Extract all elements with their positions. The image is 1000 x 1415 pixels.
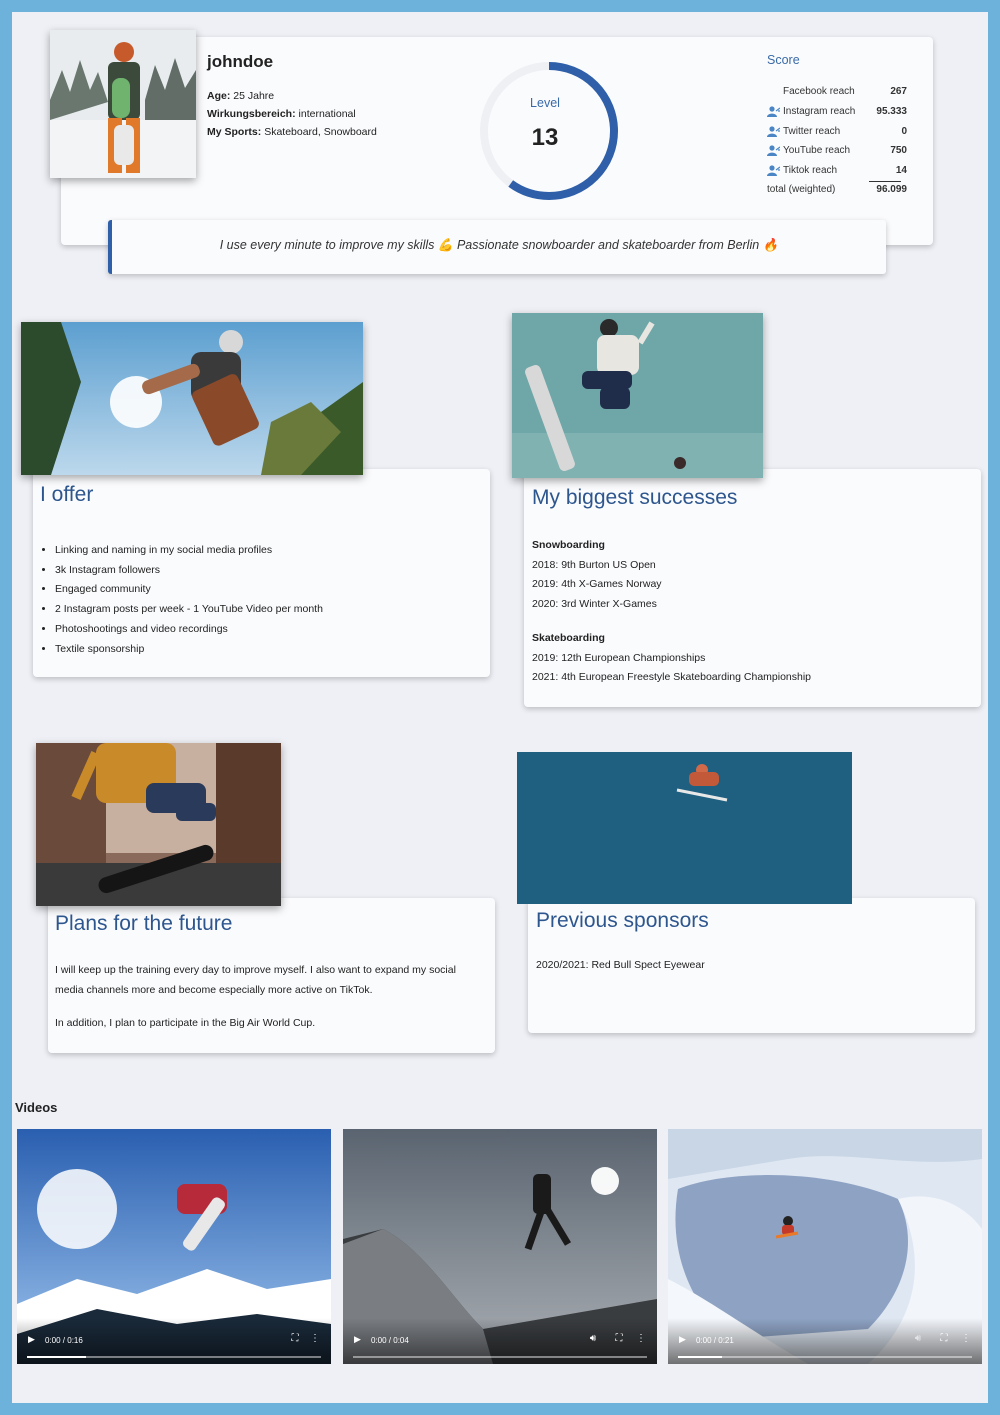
offer-title: I offer [40, 483, 94, 506]
area-value: international [298, 108, 356, 120]
user-icon [767, 126, 780, 137]
success-line: 2018: 9th Burton US Open [532, 558, 656, 571]
video-controls: ▶ 0:00 / 0:16 ⛶ ⋮ [17, 1318, 331, 1364]
score-row-facebook: Facebook reach 267 [767, 86, 907, 102]
video-time: 0:00 / 0:21 [696, 1336, 734, 1345]
list-item: 3k Instagram followers [55, 561, 474, 581]
video-time: 0:00 / 0:16 [45, 1336, 83, 1345]
page: johndoe Age: 25 Jahre Wirkungsbereich: i… [12, 12, 988, 1403]
offer-list: Linking and naming in my social media pr… [34, 541, 474, 659]
flex-emoji: 💪 [437, 238, 454, 252]
profile-details: Age: 25 Jahre Wirkungsbereich: internati… [207, 87, 377, 141]
play-icon[interactable]: ▶ [28, 1334, 38, 1346]
score-table: Facebook reach 267 Instagram reach 95.33… [767, 86, 907, 206]
score-label: Facebook reach [783, 86, 855, 97]
video-progress-fill [678, 1356, 723, 1358]
quote-part-1: I use every minute to improve my skills [219, 238, 435, 252]
score-row-tiktok: Tiktok reach 14 [767, 165, 907, 181]
score-value: 0 [901, 126, 907, 137]
quote-text: I use every minute to improve my skills … [112, 238, 886, 253]
successes-title: My biggest successes [532, 486, 738, 509]
video-progress-fill [27, 1356, 86, 1358]
score-row-instagram: Instagram reach 95.333 [767, 106, 907, 122]
successes-photo [512, 313, 763, 478]
score-title: Score [767, 53, 800, 67]
success-line: 2020: 3rd Winter X-Games [532, 598, 657, 611]
success-line: 2019: 12th European Championships [532, 651, 706, 664]
list-item: 2 Instagram posts per week - 1 YouTube V… [55, 600, 474, 620]
score-value: 267 [890, 86, 907, 97]
score-row-total: total (weighted) 96.099 [767, 184, 907, 200]
score-label: Instagram reach [783, 106, 856, 117]
volume-icon[interactable]: 🔊︎ [912, 1333, 924, 1345]
more-options-icon[interactable]: ⋮ [309, 1333, 321, 1345]
video-time: 0:00 / 0:04 [371, 1336, 409, 1345]
user-icon [767, 145, 780, 156]
score-value: 750 [890, 145, 907, 156]
success-line: 2021: 4th European Freestyle Skateboardi… [532, 671, 812, 684]
list-item: Photoshootings and video recordings [55, 620, 474, 640]
fullscreen-icon[interactable]: ⛶ [289, 1333, 301, 1345]
score-label: Tiktok reach [783, 165, 838, 176]
video-controls: ▶ 0:00 / 0:04 🔊︎ ⛶ ⋮ [343, 1318, 657, 1364]
username: johndoe [207, 52, 274, 71]
play-icon[interactable]: ▶ [354, 1334, 364, 1346]
fullscreen-icon[interactable]: ⛶ [938, 1333, 950, 1345]
quote-part-2: Passionate snowboarder and skateboarder … [456, 238, 760, 252]
score-value: 14 [895, 165, 907, 176]
quote-box: I use every minute to improve my skills … [108, 220, 886, 274]
video-controls: ▶ 0:00 / 0:21 🔊︎ ⛶ ⋮ [668, 1318, 982, 1364]
sponsors-title: Previous sponsors [536, 909, 709, 932]
user-icon [767, 165, 780, 176]
fire-emoji: 🔥 [762, 238, 779, 252]
fullscreen-icon[interactable]: ⛶ [613, 1333, 625, 1345]
score-label: Twitter reach [783, 126, 841, 137]
more-options-icon[interactable]: ⋮ [960, 1333, 972, 1345]
videos-heading: Videos [15, 1100, 58, 1115]
volume-icon[interactable]: 🔊︎ [587, 1333, 599, 1345]
user-icon [767, 106, 780, 117]
level-label: Level [530, 96, 560, 110]
video-progress-track[interactable] [27, 1356, 321, 1358]
level-value: 13 [531, 124, 559, 151]
more-options-icon[interactable]: ⋮ [635, 1333, 647, 1345]
score-value: 95.333 [876, 106, 907, 117]
sports-label: My Sports: [207, 126, 262, 138]
snowboarding-heading: Snowboarding [532, 539, 605, 551]
age-value: 25 Jahre [233, 90, 275, 102]
video-player-1[interactable]: ▶ 0:00 / 0:16 ⛶ ⋮ [17, 1129, 331, 1364]
skateboarding-heading: Skateboarding [532, 631, 605, 644]
level-gauge: Level 13 [478, 60, 620, 202]
sponsors-photo [517, 752, 852, 904]
score-row-youtube: YouTube reach 750 [767, 145, 907, 161]
list-item: Textile sponsorship [55, 640, 474, 660]
plans-photo [36, 743, 281, 906]
area-label: Wirkungsbereich: [207, 108, 296, 120]
score-total-divider [869, 181, 901, 182]
score-total-value: 96.099 [876, 184, 907, 195]
score-row-twitter: Twitter reach 0 [767, 126, 907, 142]
plans-title: Plans for the future [55, 912, 233, 935]
profile-photo [50, 30, 196, 178]
video-player-3[interactable]: ▶ 0:00 / 0:21 🔊︎ ⛶ ⋮ [668, 1129, 982, 1364]
offer-photo [21, 322, 363, 475]
play-icon[interactable]: ▶ [679, 1334, 689, 1346]
plans-paragraph-2: In addition, I plan to participate in th… [55, 1017, 316, 1029]
video-progress-track[interactable] [353, 1356, 647, 1358]
list-item: Engaged community [55, 580, 474, 600]
sports-value: Skateboard, Snowboard [264, 126, 377, 138]
list-item: Linking and naming in my social media pr… [55, 541, 474, 561]
successes-list: Snowboarding 2018: 9th Burton US Open 20… [532, 536, 972, 688]
plans-paragraph-1: I will keep up the training every day to… [55, 964, 456, 996]
score-total-label: total (weighted) [767, 184, 836, 195]
age-label: Age: [207, 90, 231, 102]
video-progress-track[interactable] [678, 1356, 972, 1358]
success-line: 2019: 4th X-Games Norway [532, 578, 662, 591]
score-label: YouTube reach [783, 145, 851, 156]
video-player-2[interactable]: ▶ 0:00 / 0:04 🔊︎ ⛶ ⋮ [343, 1129, 657, 1364]
sponsor-line: 2020/2021: Red Bull Spect Eyewear [536, 959, 705, 971]
